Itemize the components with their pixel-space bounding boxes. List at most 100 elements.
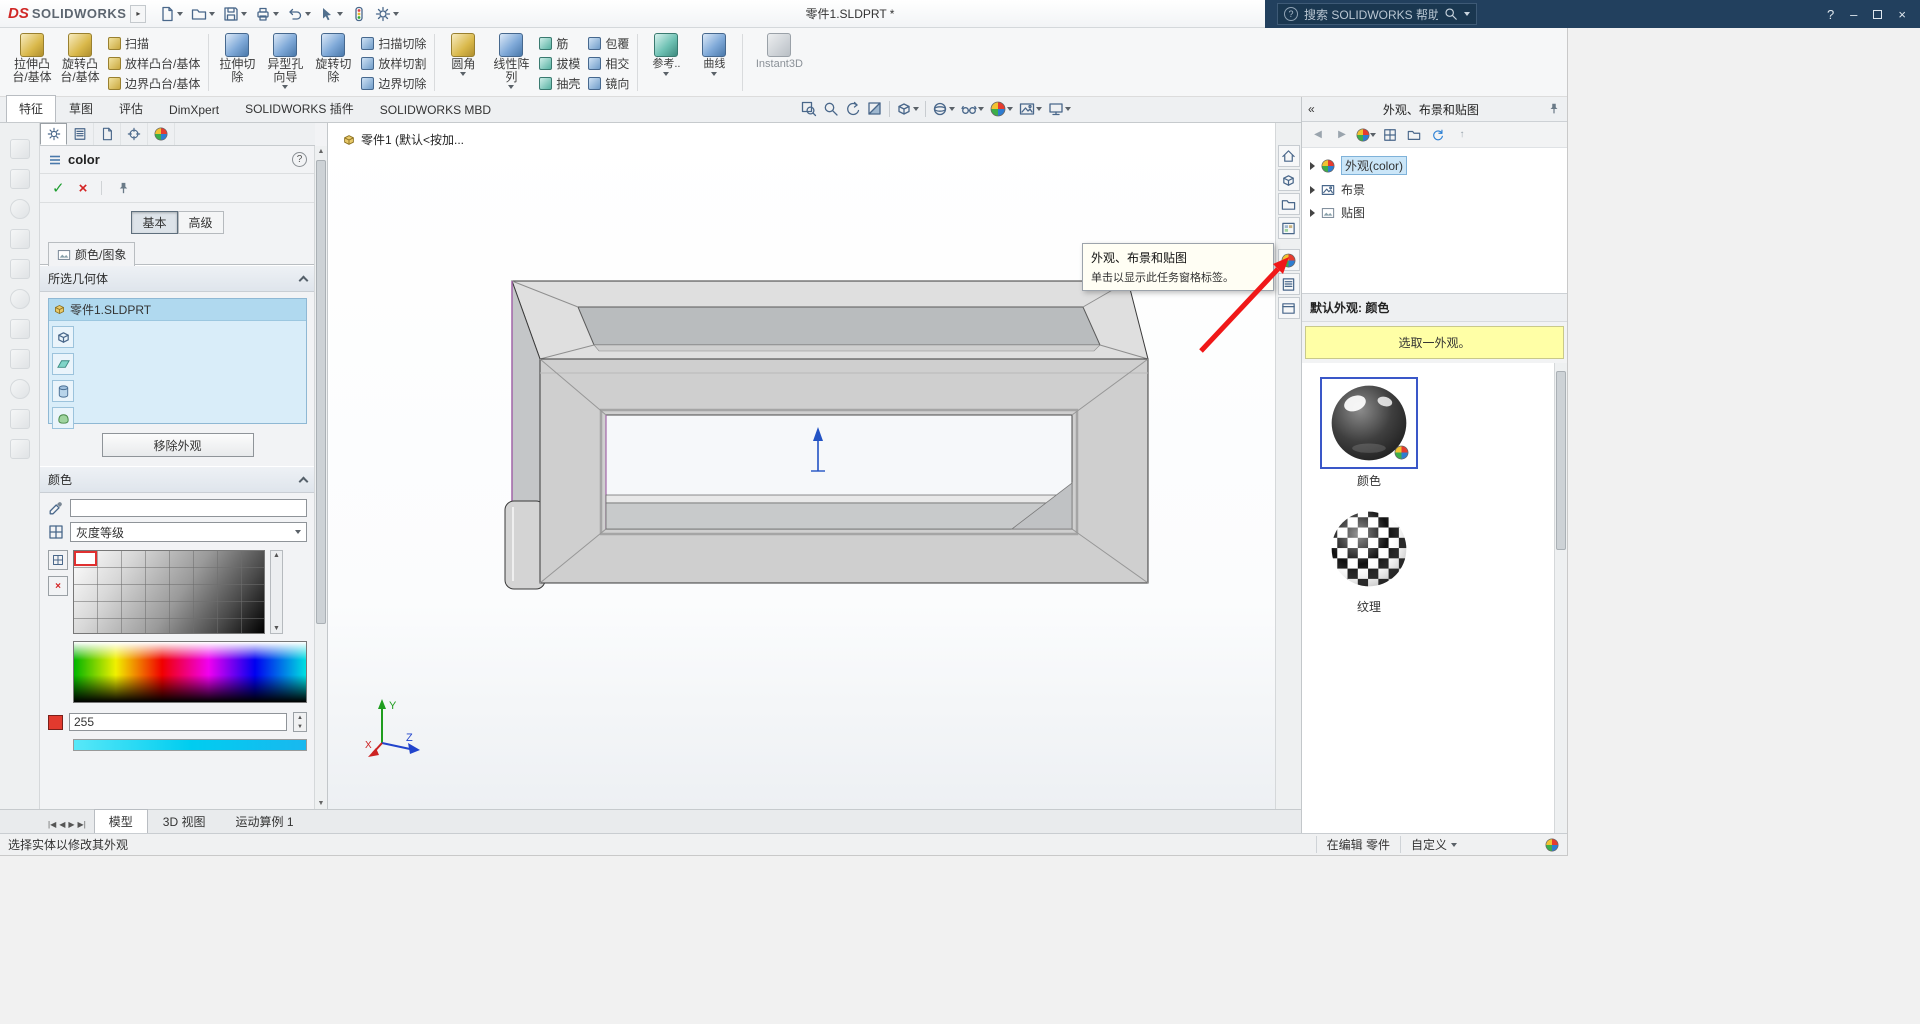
channel-slider[interactable] — [73, 739, 307, 751]
close-button[interactable]: × — [1898, 8, 1906, 21]
selection-listbox[interactable]: 零件1.SLDPRT — [48, 298, 307, 424]
loft-cut-button[interactable]: 放样切割 — [358, 54, 429, 73]
scroll-down-arrow[interactable]: ▼ — [315, 800, 327, 807]
view-palette-tab[interactable] — [1278, 217, 1300, 239]
search-dropdown-caret[interactable] — [1464, 12, 1470, 16]
sweep-cut-button[interactable]: 扫描切除 — [358, 34, 429, 53]
rgb-value-input[interactable]: 255 — [69, 713, 287, 731]
scrollbar-thumb[interactable] — [316, 160, 326, 624]
selected-entity-row[interactable]: 零件1.SLDPRT — [49, 299, 306, 321]
file-explorer-tab[interactable] — [1278, 193, 1300, 215]
options-button[interactable] — [372, 4, 402, 24]
zoom-area-button[interactable] — [820, 99, 842, 119]
collapse-pane-button[interactable]: « — [1308, 102, 1315, 116]
display-style-button[interactable] — [929, 99, 958, 119]
prev-tab-button[interactable]: ◀ — [59, 820, 65, 829]
color-image-tab[interactable]: 颜色/图象 — [48, 242, 135, 266]
extrude-boss-button[interactable]: 拉伸凸台/基体 — [9, 30, 55, 95]
first-tab-button[interactable]: |◀ — [48, 820, 56, 829]
hide-show-items-button[interactable] — [958, 99, 987, 119]
configuration-manager-tab[interactable] — [94, 123, 121, 145]
view-settings-button[interactable] — [1045, 99, 1074, 119]
draft-button[interactable]: 拔模 — [536, 54, 583, 73]
new-document-button[interactable] — [156, 4, 186, 24]
select-button[interactable] — [316, 4, 346, 24]
add-swatch-button[interactable] — [48, 550, 68, 570]
filter-face-button[interactable] — [52, 353, 74, 375]
3d-views-tab[interactable]: 3D 视图 — [148, 809, 221, 833]
revolve-cut-button[interactable]: 旋转切除 — [310, 30, 356, 95]
expand-arrow-icon[interactable] — [1310, 209, 1315, 217]
model-tab[interactable]: 模型 — [94, 809, 148, 833]
view-orientation-button[interactable] — [893, 99, 922, 119]
tab-mbd[interactable]: SOLIDWORKS MBD — [367, 98, 504, 122]
dimxpert-manager-tab[interactable] — [121, 123, 148, 145]
advanced-tab[interactable]: 高级 — [178, 211, 224, 234]
color-name-field[interactable] — [70, 499, 307, 517]
instant3d-button[interactable]: Instant3D — [748, 30, 810, 95]
rebuild-button[interactable] — [348, 4, 370, 24]
section-view-button[interactable] — [864, 99, 886, 119]
undo-button[interactable] — [284, 4, 314, 24]
scroll-up-arrow[interactable]: ▲ — [273, 552, 280, 559]
print-button[interactable] — [252, 4, 282, 24]
scrollbar-thumb[interactable] — [1556, 371, 1566, 550]
tab-features[interactable]: 特征 — [6, 95, 56, 122]
scroll-up-arrow[interactable]: ▲ — [315, 148, 327, 155]
hole-wizard-button[interactable]: 异型孔向导 — [262, 30, 308, 95]
pin-button[interactable] — [116, 181, 131, 196]
value-spinner[interactable]: ▲▼ — [293, 712, 307, 732]
search-icon[interactable] — [1444, 7, 1458, 21]
wrap-button[interactable]: 包覆 — [585, 34, 632, 53]
panel-scrollbar[interactable]: ▲ ▼ — [314, 146, 327, 809]
ok-button[interactable]: ✓ — [52, 179, 65, 197]
tree-item-decals[interactable]: 贴图 — [1302, 201, 1567, 224]
boundary-boss-button[interactable]: 边界凸台/基体 — [105, 74, 203, 93]
color-appearance-thumbnail[interactable] — [1320, 377, 1418, 469]
maximize-button[interactable] — [1873, 10, 1882, 19]
tree-item-label[interactable]: 布景 — [1341, 181, 1365, 198]
selected-geometry-header[interactable]: 所选几何体 — [40, 265, 315, 292]
pin-pane-button[interactable] — [1547, 102, 1561, 116]
appearance-status-icon[interactable] — [1545, 838, 1559, 852]
revolve-boss-button[interactable]: 旋转凸台/基体 — [57, 30, 103, 95]
loft-button[interactable]: 放样凸台/基体 — [105, 54, 203, 73]
task-pane-scrollbar[interactable] — [1554, 363, 1567, 833]
view-mode-button[interactable] — [1380, 125, 1400, 145]
expand-arrow-icon[interactable] — [1310, 162, 1315, 170]
tab-dimxpert[interactable]: DimXpert — [156, 98, 232, 122]
filter-body-button[interactable] — [52, 326, 74, 348]
property-manager-tab[interactable] — [40, 123, 67, 145]
resources-tab[interactable] — [1278, 145, 1300, 167]
feature-manager-tab[interactable] — [67, 123, 94, 145]
up-level-button[interactable]: ↑ — [1452, 125, 1472, 145]
history-forward-button[interactable]: ▶ — [1332, 125, 1352, 145]
sweep-button[interactable]: 扫描 — [105, 34, 203, 53]
rib-button[interactable]: 筋 — [536, 34, 583, 53]
graphics-viewport[interactable]: 零件1 (默认<按加... — [328, 123, 1275, 809]
open-folder-button[interactable] — [1404, 125, 1424, 145]
appearance-filter-button[interactable] — [1356, 125, 1376, 145]
color-spectrum-picker[interactable] — [73, 641, 307, 703]
previous-view-button[interactable] — [842, 99, 864, 119]
part-model[interactable] — [498, 273, 1178, 613]
palette-dropdown[interactable]: 灰度等级 — [70, 522, 307, 542]
zoom-fit-button[interactable] — [798, 99, 820, 119]
tab-sketch[interactable]: 草图 — [56, 95, 106, 122]
tree-item-scenes[interactable]: 布景 — [1302, 178, 1567, 201]
reference-geometry-button[interactable]: 参考.. — [643, 30, 689, 95]
feature-tree-flyout[interactable]: 零件1 (默认<按加... — [342, 131, 464, 148]
save-button[interactable] — [220, 4, 250, 24]
help-icon[interactable]: ? — [292, 152, 307, 167]
tree-item-label[interactable]: 外观(color) — [1341, 156, 1407, 175]
display-manager-tab[interactable] — [148, 123, 175, 145]
tab-evaluate[interactable]: 评估 — [106, 95, 156, 122]
tab-addins[interactable]: SOLIDWORKS 插件 — [232, 95, 367, 122]
mirror-button[interactable]: 镜向 — [585, 74, 632, 93]
intersect-button[interactable]: 相交 — [585, 54, 632, 73]
customize-menu[interactable]: 自定义 — [1400, 836, 1467, 853]
boundary-cut-button[interactable]: 边界切除 — [358, 74, 429, 93]
history-back-button[interactable]: ◀ — [1308, 125, 1328, 145]
tree-item-label[interactable]: 贴图 — [1341, 204, 1365, 221]
menu-expand-arrow[interactable]: ▸ — [130, 5, 146, 23]
